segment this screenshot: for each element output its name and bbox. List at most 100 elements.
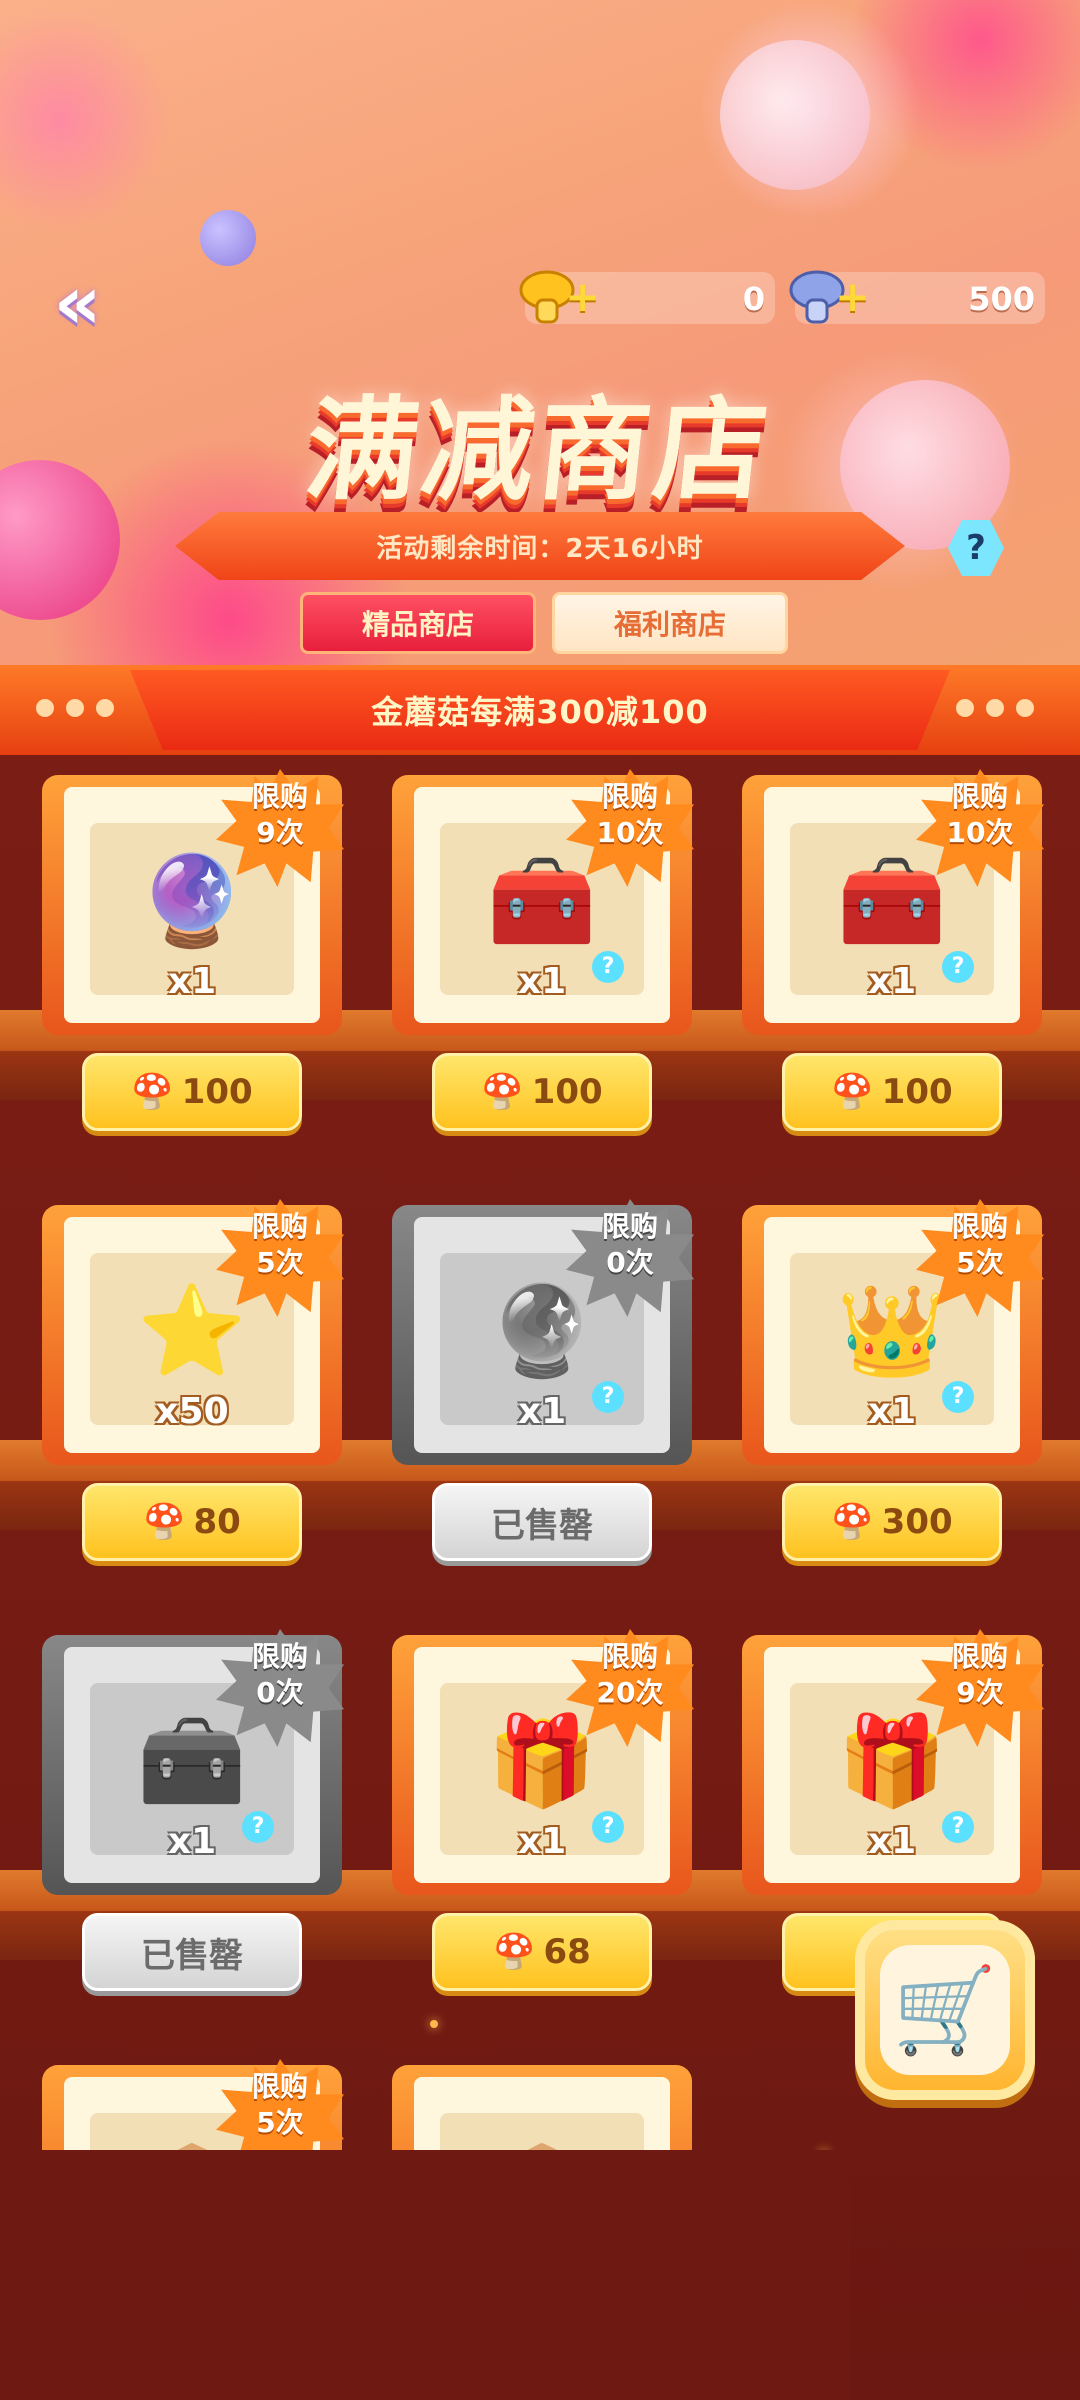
add-silver-button[interactable]: + xyxy=(835,272,870,321)
item-price: 68 xyxy=(543,1932,591,1972)
decor-orb xyxy=(720,40,870,190)
item-price: 100 xyxy=(181,1072,253,1112)
purchase-limit: 限购 10次 xyxy=(924,779,1036,851)
gold-amount: 0 xyxy=(742,280,765,318)
silver-chest-icon: 🧰 xyxy=(137,1709,247,1812)
crystal-orb-icon: 🔮 xyxy=(137,849,247,952)
back-button[interactable]: « xyxy=(30,255,125,350)
item-price: 已售罄 xyxy=(141,1935,243,1976)
item-info-icon[interactable]: ? xyxy=(592,1811,624,1843)
purchase-limit: 限购 5次 xyxy=(224,1209,336,1281)
item-price: 300 xyxy=(881,1502,953,1542)
buy-button[interactable]: 🍄 80 xyxy=(82,1483,302,1561)
purchase-limit-label: 限购 xyxy=(251,2070,308,2103)
shop-item-card[interactable]: 🧰 x1 ? 限购 0次 xyxy=(42,1629,344,1895)
purchase-limit: 限购 20次 xyxy=(574,1639,686,1711)
sold-out-button[interactable]: 已售罄 xyxy=(432,1483,652,1561)
event-countdown: 活动剩余时间：2天16小时 xyxy=(175,512,905,580)
shop-item-card[interactable]: 🔮 x1 ? 限购 0次 xyxy=(392,1199,694,1465)
purchase-limit: 限购 5次 xyxy=(924,1209,1036,1281)
crown-blue-chest-icon: 🎁 xyxy=(837,1709,947,1812)
item-quantity: x1 xyxy=(517,961,567,1002)
page-title: 满减商店 xyxy=(299,386,778,516)
decor-orb xyxy=(0,460,120,620)
shop-item-card[interactable]: 🧰 x1 ? 限购 10次 xyxy=(392,769,694,1035)
silver-amount: 500 xyxy=(968,280,1035,318)
decor-dots xyxy=(956,699,1034,717)
shop-item-card[interactable]: 🔮 x1 限购 9次 xyxy=(42,769,344,1035)
gold-mushroom-icon: 🍄 xyxy=(131,1072,174,1112)
purchase-limit-count: 5次 xyxy=(256,1246,304,1279)
purchase-limit-count: 20次 xyxy=(596,1676,664,1709)
shop-item-card[interactable]: 🎁 x1 ? 限购 9次 xyxy=(742,1629,1044,1895)
shop-item-card[interactable]: ⭐ x50 限购 5次 xyxy=(42,1199,344,1465)
decor-dots xyxy=(36,699,114,717)
purchase-limit: 限购 9次 xyxy=(224,779,336,851)
item-info-icon[interactable]: ? xyxy=(942,1381,974,1413)
purchase-limit-label: 限购 xyxy=(951,780,1008,813)
item-quantity: x1 xyxy=(517,1391,567,1432)
gold-mushroom-icon: 🍄 xyxy=(481,1072,524,1112)
shop-header: « + 0 + 500 满减商店 活动剩余时间：2天16小时 ? 精品商店 福利… xyxy=(0,0,1080,680)
purchase-limit-label: 限购 xyxy=(951,1640,1008,1673)
purchase-limit-label: 限购 xyxy=(601,1210,658,1243)
item-price: 80 xyxy=(193,1502,241,1542)
shop-item-card[interactable]: 👑 x1 ? 限购 5次 xyxy=(742,1199,1044,1465)
purchase-limit: 限购 0次 xyxy=(574,1209,686,1281)
purchase-limit-label: 限购 xyxy=(251,1640,308,1673)
buy-button[interactable]: 🍄 300 xyxy=(782,1483,1002,1561)
scroll-mask xyxy=(0,2150,850,2400)
buy-button[interactable]: 🍄 68 xyxy=(432,1913,652,1991)
crown-pink-chest-icon: 🎁 xyxy=(487,1709,597,1812)
silver-mushroom-balance: + 500 xyxy=(789,270,1045,324)
double-chevron-left-icon: « xyxy=(53,259,102,346)
royal-gold-chest-icon: 👑 xyxy=(837,1279,947,1382)
tab-premium-shop[interactable]: 精品商店 xyxy=(300,592,536,654)
purchase-limit-label: 限购 xyxy=(601,1640,658,1673)
purchase-limit-count: 9次 xyxy=(256,816,304,849)
question-icon: ? xyxy=(966,528,986,568)
purchase-limit-label: 限购 xyxy=(251,780,308,813)
purchase-limit-count: 0次 xyxy=(256,1676,304,1709)
item-info-icon[interactable]: ? xyxy=(942,951,974,983)
gold-mushroom-icon: 🍄 xyxy=(493,1932,536,1972)
buy-button[interactable]: 🍄 100 xyxy=(82,1053,302,1131)
gold-mushroom-balance: + 0 xyxy=(519,270,775,324)
item-quantity: x1 xyxy=(167,961,217,1002)
tab-welfare-shop[interactable]: 福利商店 xyxy=(552,592,788,654)
purchase-limit-count: 5次 xyxy=(956,1246,1004,1279)
item-quantity: x1 xyxy=(167,1821,217,1862)
item-price: 100 xyxy=(531,1072,603,1112)
add-gold-button[interactable]: + xyxy=(565,272,600,321)
shop-item-card[interactable]: 🧰 x1 ? 限购 10次 xyxy=(742,769,1044,1035)
shop-item-card[interactable]: 🎁 x1 ? 限购 20次 xyxy=(392,1629,694,1895)
purchase-limit-count: 9次 xyxy=(956,1676,1004,1709)
buy-button[interactable]: 🍄 100 xyxy=(432,1053,652,1131)
purchase-limit-label: 限购 xyxy=(951,1210,1008,1243)
purchase-limit-count: 10次 xyxy=(946,816,1014,849)
shopping-cart-icon: 🛒 xyxy=(880,1945,1010,2075)
item-info-icon[interactable]: ? xyxy=(592,951,624,983)
item-quantity: x1 xyxy=(867,961,917,1002)
item-price: 已售罄 xyxy=(491,1505,593,1546)
item-quantity: x1 xyxy=(867,1821,917,1862)
item-price: 100 xyxy=(881,1072,953,1112)
purchase-limit-label: 限购 xyxy=(601,780,658,813)
gold-star-icon: ⭐ xyxy=(137,1279,247,1382)
purchase-limit: 限购 0次 xyxy=(224,1639,336,1711)
sold-out-button[interactable]: 已售罄 xyxy=(82,1913,302,1991)
promo-text: 金蘑菇每满300减100 xyxy=(130,670,950,750)
silver-crystal-orb-icon: 🔮 xyxy=(487,1279,597,1382)
item-quantity: x1 xyxy=(517,1821,567,1862)
cart-button[interactable]: 🛒 xyxy=(855,1920,1035,2100)
item-quantity: x50 xyxy=(155,1391,229,1432)
purchase-limit-count: 5次 xyxy=(256,2106,304,2139)
item-info-icon[interactable]: ? xyxy=(942,1811,974,1843)
item-info-icon[interactable]: ? xyxy=(592,1381,624,1413)
item-info-icon[interactable]: ? xyxy=(242,1811,274,1843)
purchase-limit: 限购 5次 xyxy=(224,2069,336,2141)
purchase-limit-label: 限购 xyxy=(251,1210,308,1243)
buy-button[interactable]: 🍄 100 xyxy=(782,1053,1002,1131)
gold-mushroom-icon: 🍄 xyxy=(831,1072,874,1112)
gold-green-chest-icon: 🧰 xyxy=(837,849,947,952)
